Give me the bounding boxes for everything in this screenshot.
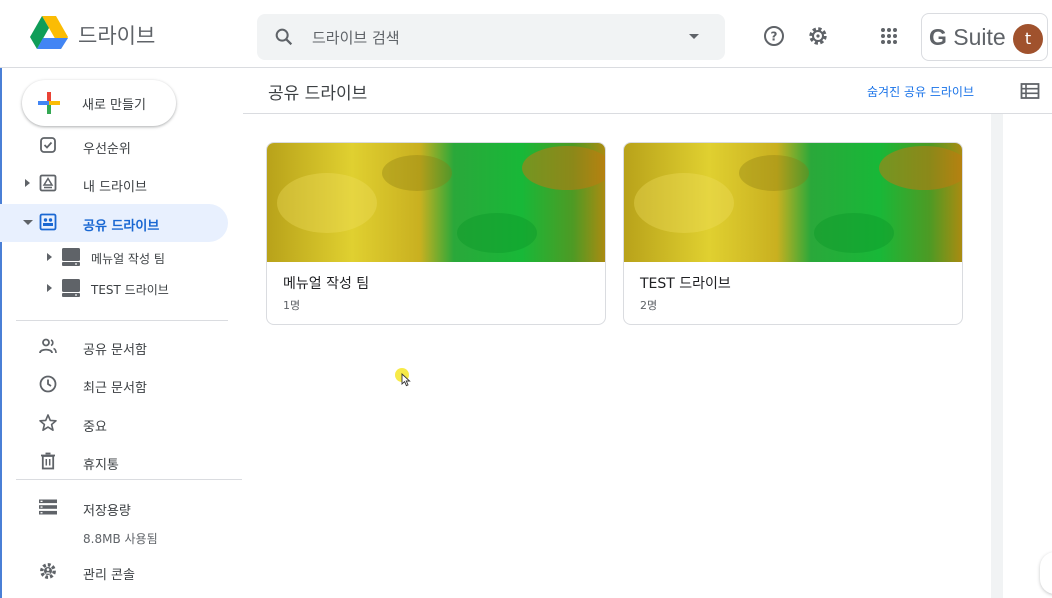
storage-icon bbox=[39, 499, 57, 515]
sidebar-item-label: 관리 콘솔 bbox=[83, 568, 135, 583]
sidebar-divider bbox=[16, 320, 228, 321]
app-title[interactable]: 드라이브 bbox=[78, 20, 155, 50]
drive-thumbnail-image bbox=[267, 143, 605, 262]
shared-with-me-icon bbox=[39, 338, 57, 354]
scrollbar[interactable] bbox=[991, 114, 1003, 598]
gsuite-logo: G Suite bbox=[929, 24, 1006, 51]
hidden-shared-drives-link[interactable]: 숨겨진 공유 드라이브 bbox=[867, 83, 974, 100]
settings-gear-icon[interactable] bbox=[806, 24, 830, 48]
sidebar-item-label: 최근 문서함 bbox=[83, 381, 147, 396]
gsuite-suite: Suite bbox=[946, 24, 1006, 50]
account-switcher[interactable]: G Suite t bbox=[921, 13, 1048, 61]
expand-arrow-icon[interactable] bbox=[47, 253, 52, 261]
sidebar-item-label: 공유 드라이브 bbox=[83, 219, 160, 234]
shared-drive-label: 메뉴얼 작성 팀 bbox=[91, 252, 165, 266]
sidebar-item-storage[interactable]: 저장용량 bbox=[0, 489, 228, 527]
sidebar-item-recent[interactable]: 최근 문서함 bbox=[0, 366, 228, 404]
sidebar-item-priority[interactable]: 우선순위 bbox=[0, 127, 228, 165]
help-icon[interactable]: ? bbox=[762, 24, 786, 48]
sidebar-item-admin-console[interactable]: 관리 콘솔 bbox=[0, 553, 228, 591]
sidebar-item-shared-drives[interactable]: 공유 드라이브 bbox=[0, 204, 228, 242]
drive-logo-icon[interactable] bbox=[30, 16, 68, 50]
sidebar-item-shared-with-me[interactable]: 공유 문서함 bbox=[0, 328, 228, 366]
shared-drive-item-test[interactable]: TEST 드라이브 bbox=[0, 273, 228, 303]
sidebar-item-label: 우선순위 bbox=[83, 142, 131, 157]
priority-icon bbox=[40, 137, 56, 153]
shared-drive-item-manual-team[interactable]: 메뉴얼 작성 팀 bbox=[0, 242, 228, 272]
recent-clock-icon bbox=[39, 375, 57, 393]
admin-console-icon bbox=[40, 563, 56, 579]
gsuite-g: G bbox=[929, 24, 947, 50]
apps-grid-icon[interactable] bbox=[877, 24, 901, 48]
sidebar-item-label: 중요 bbox=[83, 420, 107, 435]
expand-arrow-icon[interactable] bbox=[25, 179, 30, 187]
top-bar: 드라이브 드라이브 검색 ? G Suite t bbox=[0, 0, 1052, 68]
sidebar-item-label: 공유 문서함 bbox=[83, 343, 147, 358]
sidebar-item-my-drive[interactable]: 내 드라이브 bbox=[0, 165, 228, 203]
shared-drive-label: TEST 드라이브 bbox=[91, 283, 169, 297]
my-drive-icon bbox=[39, 174, 57, 192]
page-title: 공유 드라이브 bbox=[268, 84, 368, 104]
avatar[interactable]: t bbox=[1013, 24, 1043, 54]
drive-thumbnail-image bbox=[624, 143, 962, 262]
drive-card-members: 1명 bbox=[283, 299, 301, 312]
shared-drive-icon bbox=[62, 279, 80, 297]
sidebar-item-trash[interactable]: 휴지통 bbox=[0, 443, 228, 481]
drive-card-name: 메뉴얼 작성 팀 bbox=[283, 276, 370, 292]
star-icon bbox=[39, 414, 57, 432]
sidebar-item-starred[interactable]: 중요 bbox=[0, 405, 228, 443]
main-divider bbox=[243, 113, 1052, 114]
shared-drive-card[interactable]: TEST 드라이브 2명 bbox=[623, 142, 963, 325]
expand-arrow-icon[interactable] bbox=[47, 284, 52, 292]
shared-drive-card[interactable]: 메뉴얼 작성 팀 1명 bbox=[266, 142, 606, 325]
side-panel-toggle[interactable] bbox=[1040, 552, 1052, 594]
trash-icon bbox=[41, 452, 55, 470]
mouse-cursor-icon bbox=[401, 373, 411, 387]
svg-text:?: ? bbox=[771, 30, 778, 44]
shared-drive-icon bbox=[62, 248, 80, 266]
list-view-icon[interactable] bbox=[1020, 82, 1040, 100]
drive-card-members: 2명 bbox=[640, 299, 658, 312]
search-options-dropdown-icon[interactable] bbox=[689, 34, 699, 39]
search-input[interactable]: 드라이브 검색 bbox=[312, 27, 400, 48]
drive-card-name: TEST 드라이브 bbox=[640, 276, 731, 292]
search-bar[interactable]: 드라이브 검색 bbox=[257, 14, 725, 60]
sidebar-divider bbox=[16, 479, 242, 480]
new-button-label: 새로 만들기 bbox=[82, 98, 146, 113]
plus-icon bbox=[38, 92, 60, 114]
sidebar-item-label: 저장용량 bbox=[83, 504, 131, 519]
sidebar-item-label: 내 드라이브 bbox=[83, 180, 147, 195]
shared-drives-icon bbox=[39, 213, 57, 231]
sidebar-item-label: 휴지통 bbox=[83, 458, 119, 473]
search-icon[interactable] bbox=[273, 26, 295, 48]
collapse-arrow-icon[interactable] bbox=[23, 220, 33, 225]
storage-used-text: 8.8MB 사용됨 bbox=[83, 532, 158, 546]
new-button[interactable]: 새로 만들기 bbox=[22, 80, 176, 126]
